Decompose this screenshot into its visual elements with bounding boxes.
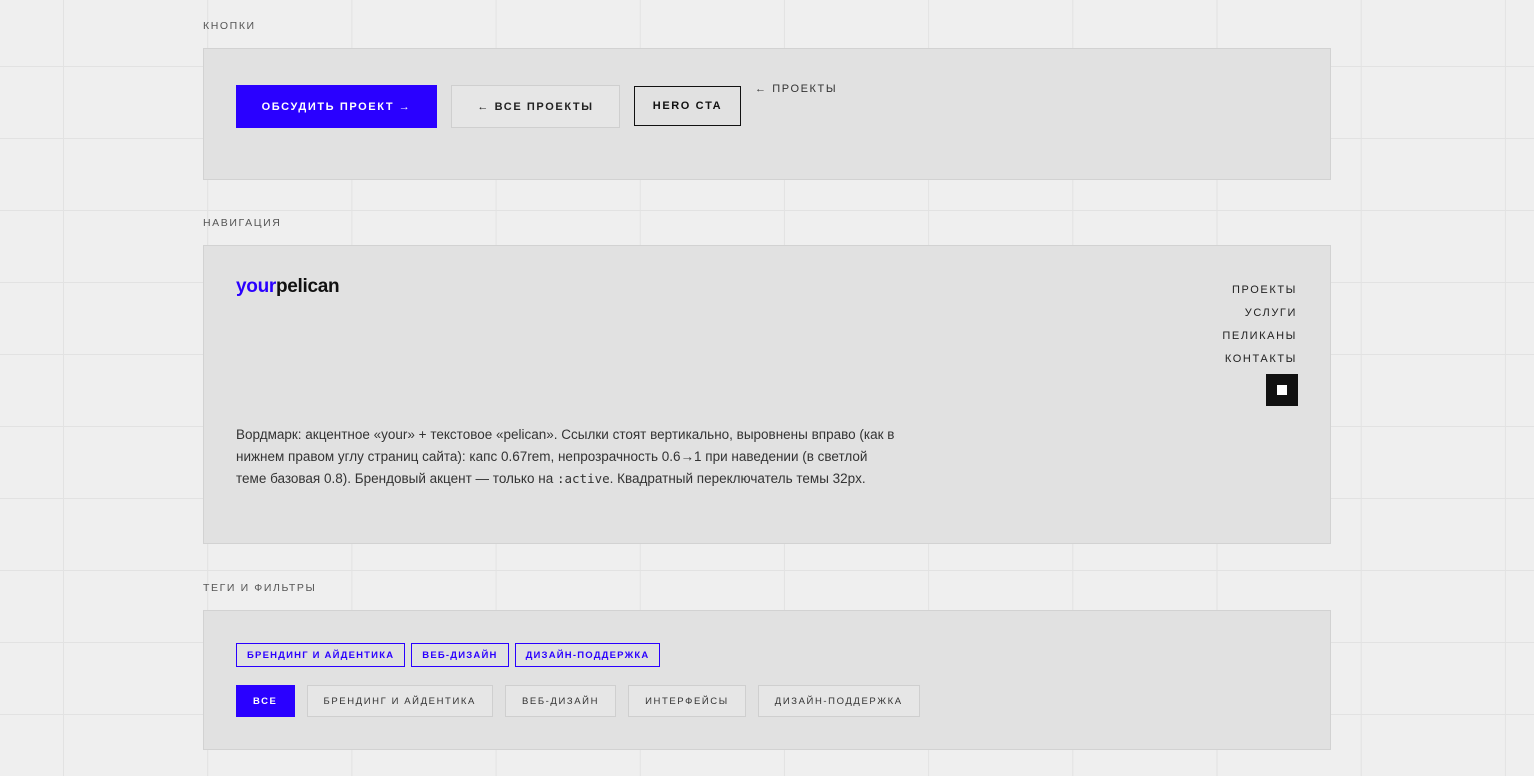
discuss-project-button[interactable]: ОБСУДИТЬ ПРОЕКТ →	[236, 85, 437, 128]
tags-panel: БРЕНДИНГ И АЙДЕНТИКА ВЕБ-ДИЗАЙН ДИЗАЙН-П…	[203, 610, 1331, 750]
nav-links: ПРОЕКТЫ УСЛУГИ ПЕЛИКАНЫ КОНТАКТЫ	[1222, 279, 1297, 371]
nav-link-contacts[interactable]: КОНТАКТЫ	[1222, 348, 1297, 371]
navigation-description: Вордмарк: акцентное «your» + текстовое «…	[236, 424, 896, 490]
section-label-navigation: НАВИГАЦИЯ	[203, 217, 282, 229]
section-label-tags: ТЕГИ И ФИЛЬТРЫ	[203, 582, 317, 594]
buttons-panel: ОБСУДИТЬ ПРОЕКТ → ← ВСЕ ПРОЕКТЫ HERO CTA…	[203, 48, 1331, 180]
filter-design-support[interactable]: ДИЗАЙН-ПОДДЕРЖКА	[757, 685, 920, 717]
filter-branding[interactable]: БРЕНДИНГ И АЙДЕНТИКА	[306, 685, 493, 717]
filter-interfaces[interactable]: ИНТЕРФЕЙСЫ	[628, 685, 746, 717]
all-projects-button[interactable]: ← ВСЕ ПРОЕКТЫ	[451, 85, 620, 128]
hero-cta-button[interactable]: HERO CTA	[634, 86, 741, 126]
wordmark-logo[interactable]: yourpelican	[236, 276, 340, 298]
navigation-panel: yourpelican ПРОЕКТЫ УСЛУГИ ПЕЛИКАНЫ КОНТ…	[203, 245, 1331, 544]
tag-design-support[interactable]: ДИЗАЙН-ПОДДЕРЖКА	[514, 643, 661, 667]
square-icon	[1277, 385, 1287, 395]
description-text-2: . Квадратный переключатель темы 32px.	[609, 471, 866, 486]
nav-link-pelicans[interactable]: ПЕЛИКАНЫ	[1222, 325, 1297, 348]
tag-branding[interactable]: БРЕНДИНГ И АЙДЕНТИКА	[236, 643, 406, 667]
nav-link-projects[interactable]: ПРОЕКТЫ	[1222, 279, 1297, 302]
description-code: :active	[556, 471, 610, 486]
nav-link-services[interactable]: УСЛУГИ	[1222, 302, 1297, 325]
wordmark-accent: your	[236, 276, 276, 297]
section-label-buttons: КНОПКИ	[203, 20, 256, 32]
filter-web-design[interactable]: ВЕБ-ДИЗАЙН	[504, 685, 617, 717]
wordmark-text: pelican	[275, 276, 340, 297]
theme-toggle-button[interactable]	[1266, 374, 1298, 406]
tag-row: БРЕНДИНГ И АЙДЕНТИКА ВЕБ-ДИЗАЙН ДИЗАЙН-П…	[236, 643, 661, 667]
projects-back-link[interactable]: ← ПРОЕКТЫ	[755, 83, 837, 95]
filter-all[interactable]: ВСЕ	[236, 685, 295, 717]
filter-row: ВСЕ БРЕНДИНГ И АЙДЕНТИКА ВЕБ-ДИЗАЙН ИНТЕ…	[236, 685, 920, 717]
tag-web-design[interactable]: ВЕБ-ДИЗАЙН	[411, 643, 509, 667]
